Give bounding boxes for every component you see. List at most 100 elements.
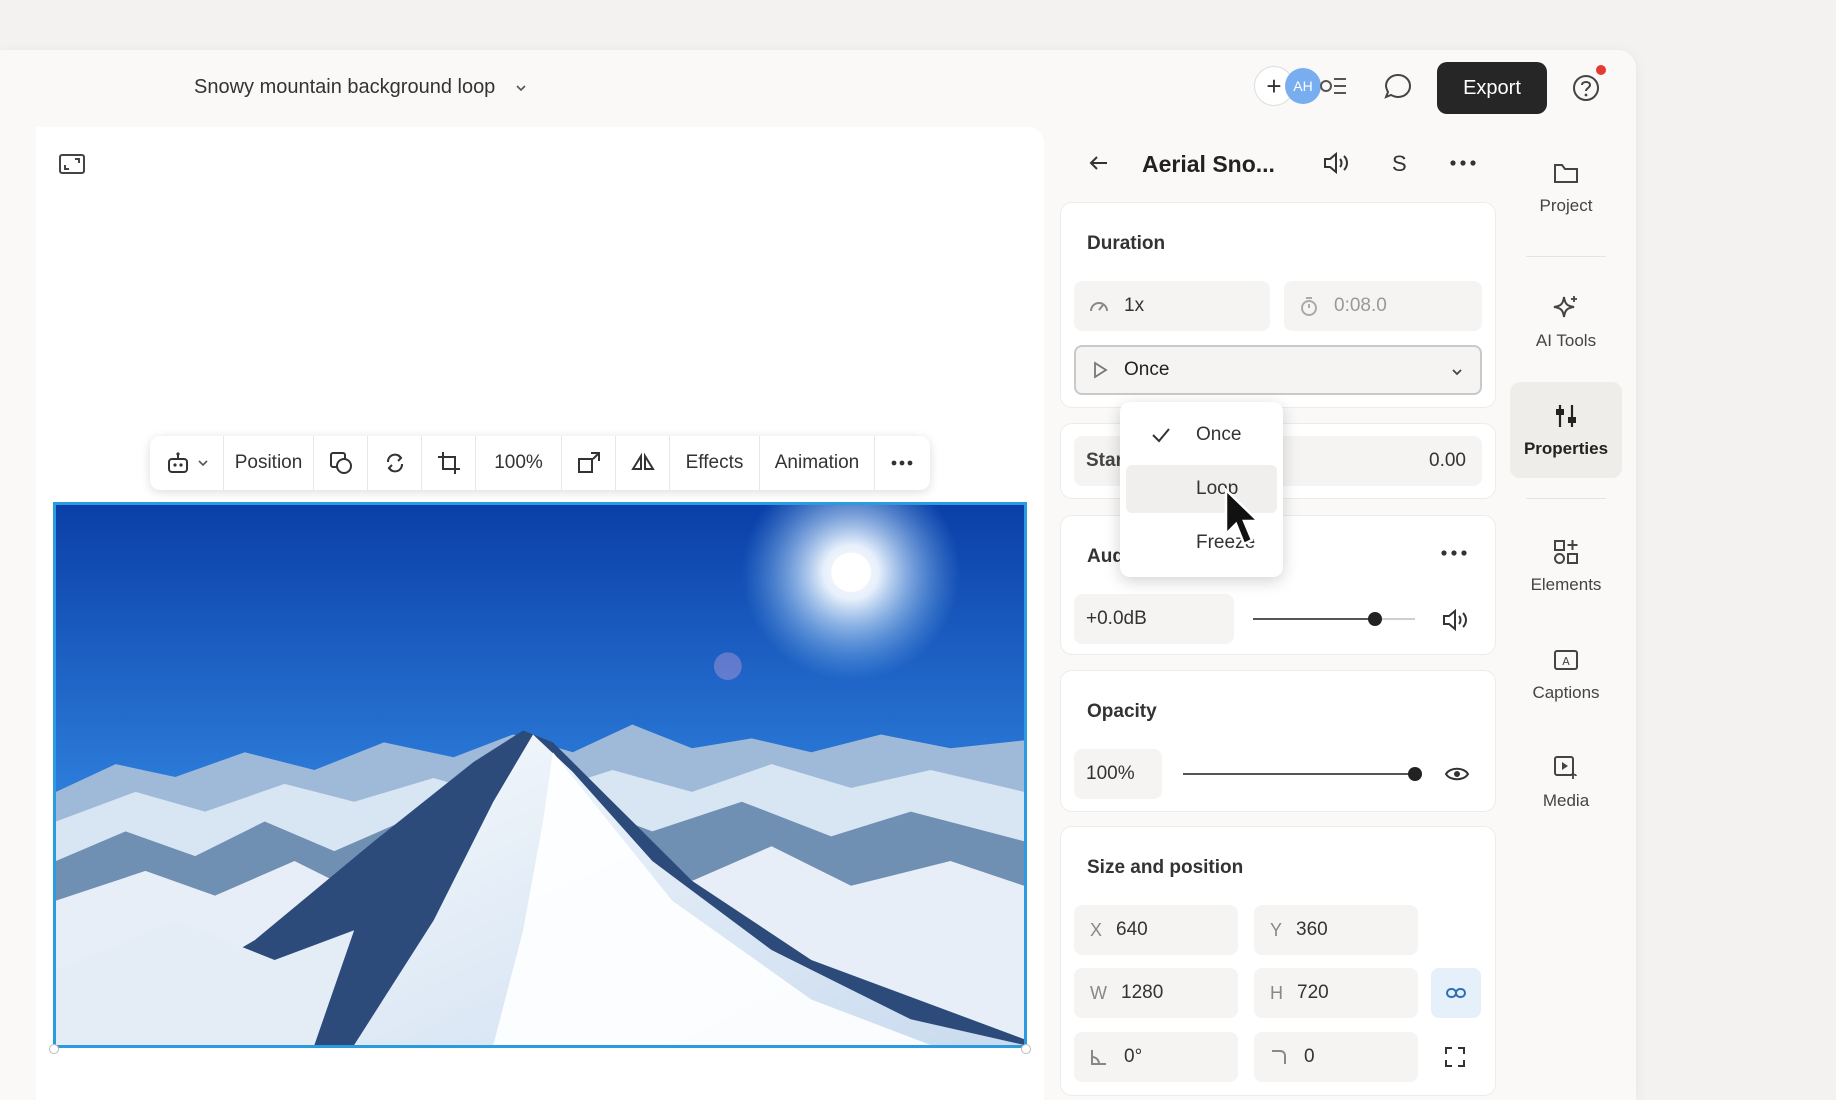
zoom-level[interactable]: 100%	[476, 436, 562, 490]
rail-item-elements[interactable]: Elements	[1510, 518, 1622, 614]
rotation-value: 0°	[1124, 1046, 1143, 1067]
h-value: 720	[1297, 982, 1329, 1003]
swap-icon	[386, 453, 403, 473]
size-position-title: Size and position	[1087, 857, 1244, 878]
rail-item-captions[interactable]: A Captions	[1510, 626, 1622, 722]
project-title[interactable]: Snowy mountain background loop	[194, 76, 527, 99]
gain-field[interactable]: +0.0dB	[1074, 594, 1234, 644]
list-icon[interactable]	[1320, 74, 1348, 98]
volume-slider-knob[interactable]	[1367, 612, 1382, 626]
link-icon	[1446, 988, 1466, 998]
w-field[interactable]: W 1280	[1074, 968, 1238, 1018]
more-icon[interactable]	[1448, 150, 1478, 176]
avatar[interactable]: AH	[1285, 68, 1321, 104]
chevron-down-icon	[197, 460, 208, 467]
volume-slider-fill	[1253, 618, 1375, 620]
h-field[interactable]: H 720	[1254, 968, 1418, 1018]
x-field[interactable]: X 640	[1074, 905, 1238, 955]
flip-icon	[630, 452, 655, 470]
shapes-icon	[1554, 540, 1578, 564]
back-arrow-icon[interactable]	[1088, 152, 1110, 174]
crop-button[interactable]	[422, 436, 476, 490]
rail-item-label: Media	[1542, 791, 1590, 810]
opacity-slider[interactable]	[1183, 767, 1422, 781]
sliders-icon	[1556, 405, 1576, 427]
fullscreen-icon[interactable]	[1444, 1046, 1466, 1068]
captions-icon: A	[1554, 650, 1578, 670]
resize-handle-br[interactable]	[1021, 1044, 1031, 1054]
x-label: X	[1090, 919, 1103, 940]
sparkle-icon	[1553, 296, 1577, 318]
style-button[interactable]: S	[1392, 151, 1407, 177]
effects-button[interactable]: Effects	[670, 436, 760, 490]
snowy-mountain-image	[56, 505, 1024, 1045]
menu-item-label: Once	[1196, 424, 1242, 445]
opacity-slider-fill	[1183, 773, 1415, 775]
window-margin	[1636, 50, 1836, 1100]
resize-handle-bl[interactable]	[49, 1044, 59, 1054]
media-icon	[1554, 756, 1577, 779]
rotation-field[interactable]: 0°	[1074, 1032, 1238, 1082]
fit-screen-icon[interactable]	[58, 153, 86, 175]
playback-mode-select[interactable]: Once	[1074, 345, 1482, 395]
speed-field[interactable]: 1x	[1074, 281, 1270, 331]
rail-divider	[1526, 256, 1606, 257]
volume-icon[interactable]	[1322, 150, 1350, 176]
size-position-card: Size and position X 640 Y 360 W 1280 H 7…	[1060, 826, 1496, 1096]
ai-assist-button[interactable]	[150, 436, 224, 490]
comment-icon[interactable]	[1383, 72, 1413, 100]
resize-button[interactable]	[562, 436, 616, 490]
more-options-button[interactable]	[875, 436, 929, 490]
eye-icon[interactable]	[1444, 764, 1470, 784]
project-title-text: Snowy mountain background loop	[194, 76, 496, 98]
video-preview[interactable]	[53, 502, 1027, 1048]
lock-aspect-button[interactable]	[1431, 968, 1481, 1018]
opacity-field[interactable]: 100%	[1074, 749, 1162, 799]
rail-item-properties[interactable]: Properties	[1510, 382, 1622, 478]
chevron-down-icon	[516, 84, 526, 91]
menu-item-once[interactable]: Once	[1126, 411, 1277, 459]
gain-value: +0.0dB	[1086, 608, 1147, 629]
w-value: 1280	[1121, 982, 1164, 1003]
opacity-card: Opacity 100%	[1060, 670, 1496, 812]
animation-button[interactable]: Animation	[760, 436, 875, 490]
duration-title: Duration	[1087, 233, 1166, 254]
corner-radius-field[interactable]: 0	[1254, 1032, 1418, 1082]
play-icon	[1094, 361, 1108, 379]
corner-radius-value: 0	[1304, 1046, 1315, 1067]
mouse-cursor-icon	[1224, 488, 1262, 546]
flip-button[interactable]	[616, 436, 670, 490]
y-field[interactable]: Y 360	[1254, 905, 1418, 955]
w-label: W	[1090, 982, 1107, 1003]
position-button[interactable]: Position	[224, 436, 314, 490]
more-icon[interactable]	[1439, 546, 1469, 560]
folder-icon	[1554, 164, 1578, 183]
opacity-slider-knob[interactable]	[1408, 767, 1422, 781]
more-icon	[891, 460, 913, 466]
duration-time-value: 0:08.0	[1334, 295, 1387, 316]
speed-value: 1x	[1124, 295, 1145, 316]
y-value: 360	[1296, 919, 1328, 940]
export-button[interactable]: Export	[1437, 62, 1547, 114]
rail-item-media[interactable]: Media	[1510, 734, 1622, 830]
duration-time-field: 0:08.0	[1284, 281, 1482, 331]
volume-slider[interactable]	[1253, 612, 1415, 626]
playback-mode-value: Once	[1124, 359, 1170, 380]
replace-button[interactable]	[368, 436, 422, 490]
rail-item-label: Elements	[1530, 575, 1602, 594]
h-label: H	[1270, 982, 1283, 1003]
help-icon[interactable]	[1571, 73, 1601, 103]
mask-button[interactable]	[314, 436, 368, 490]
checkmark-icon	[1152, 428, 1170, 443]
rail-item-label: Captions	[1532, 683, 1600, 702]
corner-radius-icon	[1272, 1050, 1286, 1064]
volume-icon[interactable]	[1441, 607, 1469, 633]
opacity-title: Opacity	[1087, 701, 1157, 722]
start-value: 0.00	[1429, 450, 1466, 471]
rail-item-project[interactable]: Project	[1510, 139, 1622, 235]
opacity-value: 100%	[1086, 763, 1135, 784]
rail-item-label: AI Tools	[1535, 331, 1597, 350]
rail-item-label: Project	[1539, 196, 1593, 215]
y-label: Y	[1270, 919, 1283, 940]
rail-item-ai-tools[interactable]: AI Tools	[1510, 274, 1622, 370]
